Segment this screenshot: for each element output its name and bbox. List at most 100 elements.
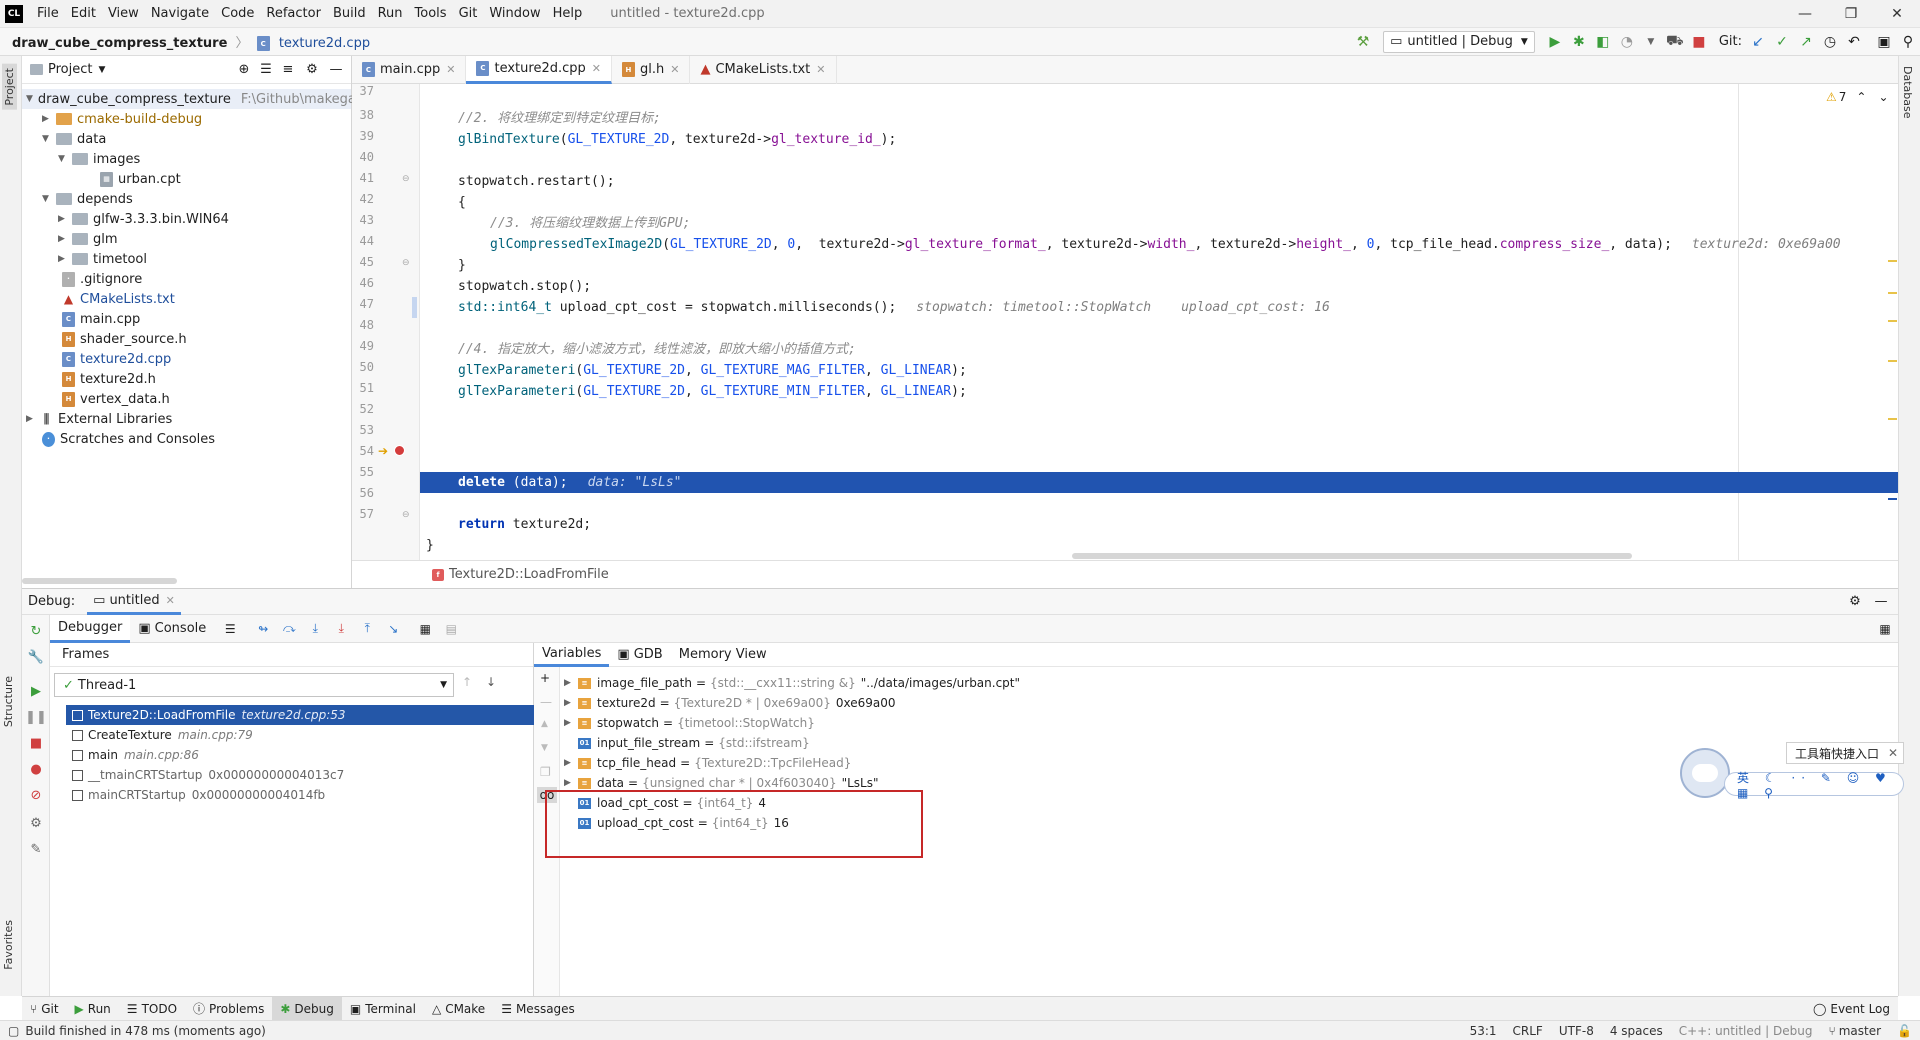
git-update-icon[interactable]: ↙ [1746, 30, 1770, 54]
status-toggle-icon[interactable]: ▢ [8, 1024, 19, 1038]
tab-debugger[interactable]: Debugger [50, 614, 131, 643]
layout-icon[interactable]: ▤ [438, 622, 464, 636]
step-out-icon[interactable]: ⤒ [354, 621, 380, 636]
collapsed-arrow-icon[interactable]: ▶ [564, 778, 578, 788]
attach-icon[interactable]: ⛟ [1663, 30, 1687, 54]
move-up-icon[interactable]: ▲ [541, 719, 548, 729]
tool-problems[interactable]: ⓘ Problems [185, 997, 272, 1021]
collapse-all-icon[interactable]: ≡ [277, 62, 299, 77]
frame-row[interactable]: Texture2D::LoadFromFile texture2d.cpp:53 [66, 705, 534, 725]
close-tab-icon[interactable]: ✕ [592, 62, 601, 75]
git-rollback-icon[interactable]: ↶ [1842, 30, 1866, 54]
collapsed-arrow-icon[interactable]: ▶ [58, 254, 72, 264]
next-highlight-icon[interactable]: ⌄ [1878, 90, 1888, 104]
force-step-into-icon[interactable]: ⤓ [328, 621, 354, 636]
fold-marker-icon[interactable]: ⊖ [402, 258, 410, 268]
tree-item[interactable]: ▼ images [22, 149, 351, 169]
settings-icon[interactable]: ⚙ [28, 815, 44, 831]
ime-avatar-icon[interactable] [1680, 748, 1730, 798]
search-icon[interactable]: ⚲ [1896, 30, 1920, 54]
pin-icon[interactable]: ✎ [28, 841, 44, 857]
expanded-arrow-icon[interactable]: ▼ [42, 134, 56, 144]
tool-messages[interactable]: ☰ Messages [493, 997, 583, 1021]
collapsed-arrow-icon[interactable]: ▶ [58, 214, 72, 224]
breakpoint-icon[interactable] [394, 445, 405, 456]
variable-row[interactable]: ▶ ≡ stopwatch = {timetool::StopWatch} [564, 713, 820, 733]
tree-item[interactable]: ▲ CMakeLists.txt [22, 289, 351, 309]
editor-h-scrollbar[interactable] [1072, 553, 1632, 559]
collapsed-arrow-icon[interactable]: ▶ [42, 114, 56, 124]
add-watch-icon[interactable]: + [540, 671, 550, 685]
project-tool-tab[interactable]: Project [2, 64, 17, 110]
menu-navigate[interactable]: Navigate [145, 0, 215, 28]
more-run-icon[interactable]: ▼ [1639, 30, 1663, 54]
project-panel-title[interactable]: Project [48, 62, 92, 77]
file-encoding[interactable]: UTF-8 [1551, 1024, 1602, 1038]
menu-file[interactable]: File [31, 0, 65, 28]
caret-position[interactable]: 53:1 [1462, 1024, 1505, 1038]
tool-todo[interactable]: ☰ TODO [119, 997, 185, 1021]
warning-stripe-mark[interactable] [1888, 418, 1897, 420]
tree-item[interactable]: ▦ urban.cpt [22, 169, 351, 189]
favorites-tool-tab[interactable]: Favorites [2, 920, 15, 970]
tree-item[interactable]: ▶ timetool [22, 249, 351, 269]
layout-settings-icon[interactable]: ▦ [1872, 622, 1898, 636]
hide-panel-icon[interactable]: — [1868, 594, 1894, 609]
view-breakpoints-icon[interactable]: ● [28, 761, 44, 777]
hammer-build-icon[interactable]: ⚒ [1351, 30, 1375, 54]
step-into-icon[interactable]: ⤓ [302, 621, 328, 636]
editor-gutter[interactable]: 37 38 39 40 41 42 43 44 45 46 47 48 49 5… [352, 84, 420, 560]
hide-panel-icon[interactable]: — [325, 62, 347, 77]
error-stripe[interactable] [1886, 112, 1898, 560]
fold-marker-icon[interactable]: ⊖ [402, 174, 410, 184]
minimize-icon[interactable]: — [1782, 0, 1828, 28]
project-panel-scrollbar[interactable] [22, 578, 177, 584]
indent-setting[interactable]: 4 spaces [1602, 1024, 1671, 1038]
evaluate-icon[interactable]: ▦ [412, 622, 438, 636]
variable-row[interactable]: ▶ ≡ tcp_file_head = {Texture2D::TpcFileH… [564, 753, 856, 773]
variable-row[interactable]: ▶ ≡ texture2d = {Texture2D * | 0xe69a00}… [564, 693, 896, 713]
menu-refactor[interactable]: Refactor [260, 0, 327, 28]
duplicate-watch-icon[interactable]: ❐ [540, 765, 551, 779]
git-history-icon[interactable]: ◷ [1818, 30, 1842, 54]
previous-frame-icon[interactable]: ↑ [462, 675, 472, 689]
menu-code[interactable]: Code [215, 0, 260, 28]
tool-git[interactable]: ⑂ Git [22, 997, 67, 1021]
breadcrumb-function[interactable]: Texture2D::LoadFromFile [449, 567, 609, 582]
resume-icon[interactable]: ▶ [28, 683, 44, 699]
expanded-arrow-icon[interactable]: ▼ [58, 154, 72, 164]
collapsed-arrow-icon[interactable]: ▶ [26, 414, 40, 424]
close-tab-icon[interactable]: ✕ [166, 594, 175, 607]
collapsed-arrow-icon[interactable]: ▶ [564, 758, 578, 768]
expanded-arrow-icon[interactable]: ▼ [42, 194, 56, 204]
warning-stripe-mark[interactable] [1888, 320, 1897, 322]
tree-item[interactable]: · Scratches and Consoles [22, 429, 351, 449]
variable-row[interactable]: 01 input_file_stream = {std::ifstream} [564, 733, 815, 753]
close-tab-icon[interactable]: ✕ [446, 63, 455, 76]
next-frame-icon[interactable]: ↓ [486, 675, 496, 689]
frame-row[interactable]: CreateTexture main.cpp:79 [66, 725, 534, 745]
menu-view[interactable]: View [102, 0, 145, 28]
debug-icon[interactable]: ✱ [1567, 30, 1591, 54]
tree-item[interactable]: · .gitignore [22, 269, 351, 289]
structure-tool-tab[interactable]: Structure [2, 676, 15, 727]
close-tab-icon[interactable]: ✕ [670, 63, 679, 76]
tab-console[interactable]: ▣ Console [130, 615, 214, 643]
expand-all-icon[interactable]: ☰ [255, 62, 277, 77]
move-down-icon[interactable]: ▼ [541, 743, 548, 753]
tree-item[interactable]: ▶ glfw-3.3.3.bin.WIN64 [22, 209, 351, 229]
project-structure-icon[interactable]: ▣ [1872, 30, 1896, 54]
collapsed-arrow-icon[interactable]: ▶ [564, 718, 578, 728]
menu-tools[interactable]: Tools [409, 0, 453, 28]
frame-row[interactable]: mainCRTStartup 0x00000000004014fb [66, 785, 534, 805]
locate-icon[interactable]: ⊕ [233, 62, 255, 77]
profiler-icon[interactable]: ◔ [1615, 30, 1639, 54]
tree-item[interactable]: C texture2d.cpp [22, 349, 351, 369]
tab-cmakelists[interactable]: ▲ CMakeLists.txt ✕ [690, 55, 837, 84]
tool-debug[interactable]: ✱ Debug [272, 996, 342, 1021]
prev-highlight-icon[interactable]: ⌃ [1856, 90, 1866, 104]
tree-item[interactable]: ▶ glm [22, 229, 351, 249]
expanded-arrow-icon[interactable]: ▼ [26, 94, 33, 104]
tool-cmake[interactable]: △ CMake [424, 997, 493, 1021]
gear-icon[interactable]: ⚙ [299, 62, 325, 77]
